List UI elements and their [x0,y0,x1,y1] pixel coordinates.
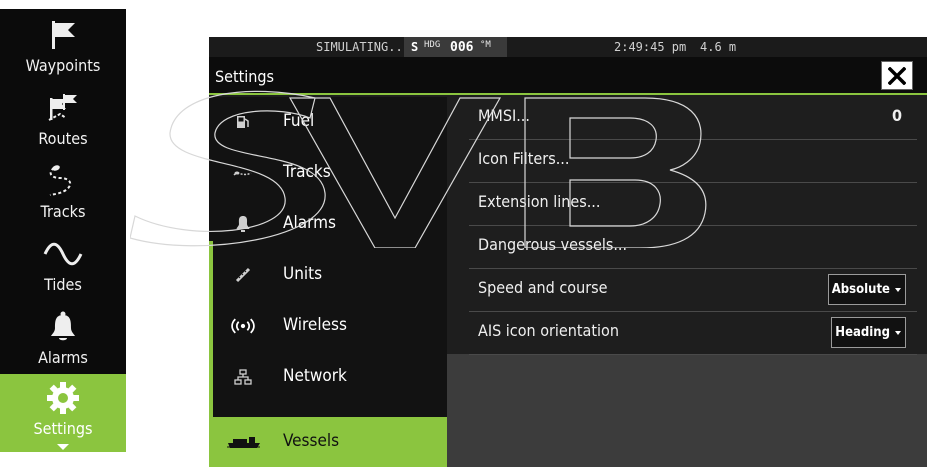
settings-dialog: SIMULATING... S HDG 006 °M 2:49:45 pm 4.… [209,37,927,467]
menu-item-vessels[interactable]: Vessels [213,417,447,467]
close-icon [888,66,906,85]
route-flag-icon [41,88,85,128]
select-value: Heading [835,325,890,340]
heading-unit: °M [480,40,491,50]
shortcut-label: Tracks [40,202,86,221]
dialog-title-bar: Settings [209,57,927,95]
tracks-icon [231,162,255,184]
close-button[interactable] [881,61,913,90]
shortcut-bar: Waypoints Routes Tracks Tides Alarms Set… [0,9,126,452]
settings-menu: Fuel Tracks Alarms Units Wireless Networ… [209,97,447,467]
shortcut-label: Alarms [38,348,88,367]
menu-item-label: Units [283,264,323,284]
speed-course-select[interactable]: Absolute [827,274,906,305]
fuel-icon [231,111,255,133]
menu-item-label: Wireless [283,315,347,335]
vessel-icon [227,431,261,453]
menu-item-units[interactable]: Units [213,250,447,301]
settings-content: MMSI... 0 Icon Filters... Extension line… [447,97,927,467]
option-label: Dangerous vessels... [478,235,628,254]
shortcut-tides[interactable]: Tides [0,230,126,303]
simulating-status: SIMULATING... [316,40,410,54]
dropdown-arrow-icon [895,330,901,335]
chevron-down-icon [57,444,69,450]
status-bar: SIMULATING... S HDG 006 °M 2:49:45 pm 4.… [209,37,927,57]
shortcut-label: Waypoints [25,56,101,75]
bell-icon [231,213,255,235]
vessel-options-list: MMSI... 0 Icon Filters... Extension line… [447,97,927,355]
heading-readout: S HDG 006 °M [404,37,507,57]
menu-item-label: Fuel [283,111,315,131]
option-dangerous-vessels[interactable]: Dangerous vessels... [469,226,917,269]
network-icon [231,366,255,388]
option-ais-icon-orientation[interactable]: AIS icon orientation Heading [469,312,917,355]
heading-label: HDG [424,40,441,50]
shortcut-label: Routes [38,129,88,148]
menu-item-wireless[interactable]: Wireless [213,301,447,352]
shortcut-alarms[interactable]: Alarms [0,303,126,376]
flag-icon [41,15,85,55]
menu-item-alarms[interactable]: Alarms [213,199,447,250]
menu-item-fuel[interactable]: Fuel [213,97,447,148]
option-label: Speed and course [478,278,608,297]
ruler-icon [231,264,255,286]
option-label: AIS icon orientation [478,321,619,340]
option-label: Icon Filters... [478,149,570,168]
menu-item-label: Tracks [283,162,331,182]
wave-icon [41,234,85,274]
shortcut-label: Tides [44,275,82,294]
option-label: MMSI... [478,106,530,125]
wireless-icon [231,315,255,337]
shortcut-settings[interactable]: Settings [0,374,126,452]
clock-time: 2:49:45 pm [614,40,687,54]
menu-item-label: Vessels [283,431,340,451]
option-icon-filters[interactable]: Icon Filters... [469,140,917,183]
option-label: Extension lines... [478,192,601,211]
menu-item-label: Alarms [283,213,336,233]
mmsi-value: 0 [891,106,902,125]
shortcut-label: Settings [33,419,93,438]
option-extension-lines[interactable]: Extension lines... [469,183,917,226]
shortcut-waypoints[interactable]: Waypoints [0,11,126,84]
shortcut-routes[interactable]: Routes [0,84,126,157]
depth-readout: 4.6 m [700,40,737,54]
menu-item-network[interactable]: Network [213,352,447,403]
menu-item-label: Network [283,366,347,386]
option-mmsi[interactable]: MMSI... 0 [469,97,917,140]
tracks-icon [41,161,85,201]
heading-prefix: S [411,40,419,54]
dialog-title: Settings [215,67,275,86]
menu-item-tracks[interactable]: Tracks [213,148,447,199]
dropdown-arrow-icon [895,287,901,292]
bell-icon [41,307,85,347]
shortcut-tracks[interactable]: Tracks [0,157,126,230]
gear-icon [41,378,85,418]
ais-orientation-select[interactable]: Heading [831,317,906,348]
option-speed-and-course[interactable]: Speed and course Absolute [469,269,917,312]
select-value: Absolute [831,282,890,297]
heading-value: 006 [450,40,474,55]
